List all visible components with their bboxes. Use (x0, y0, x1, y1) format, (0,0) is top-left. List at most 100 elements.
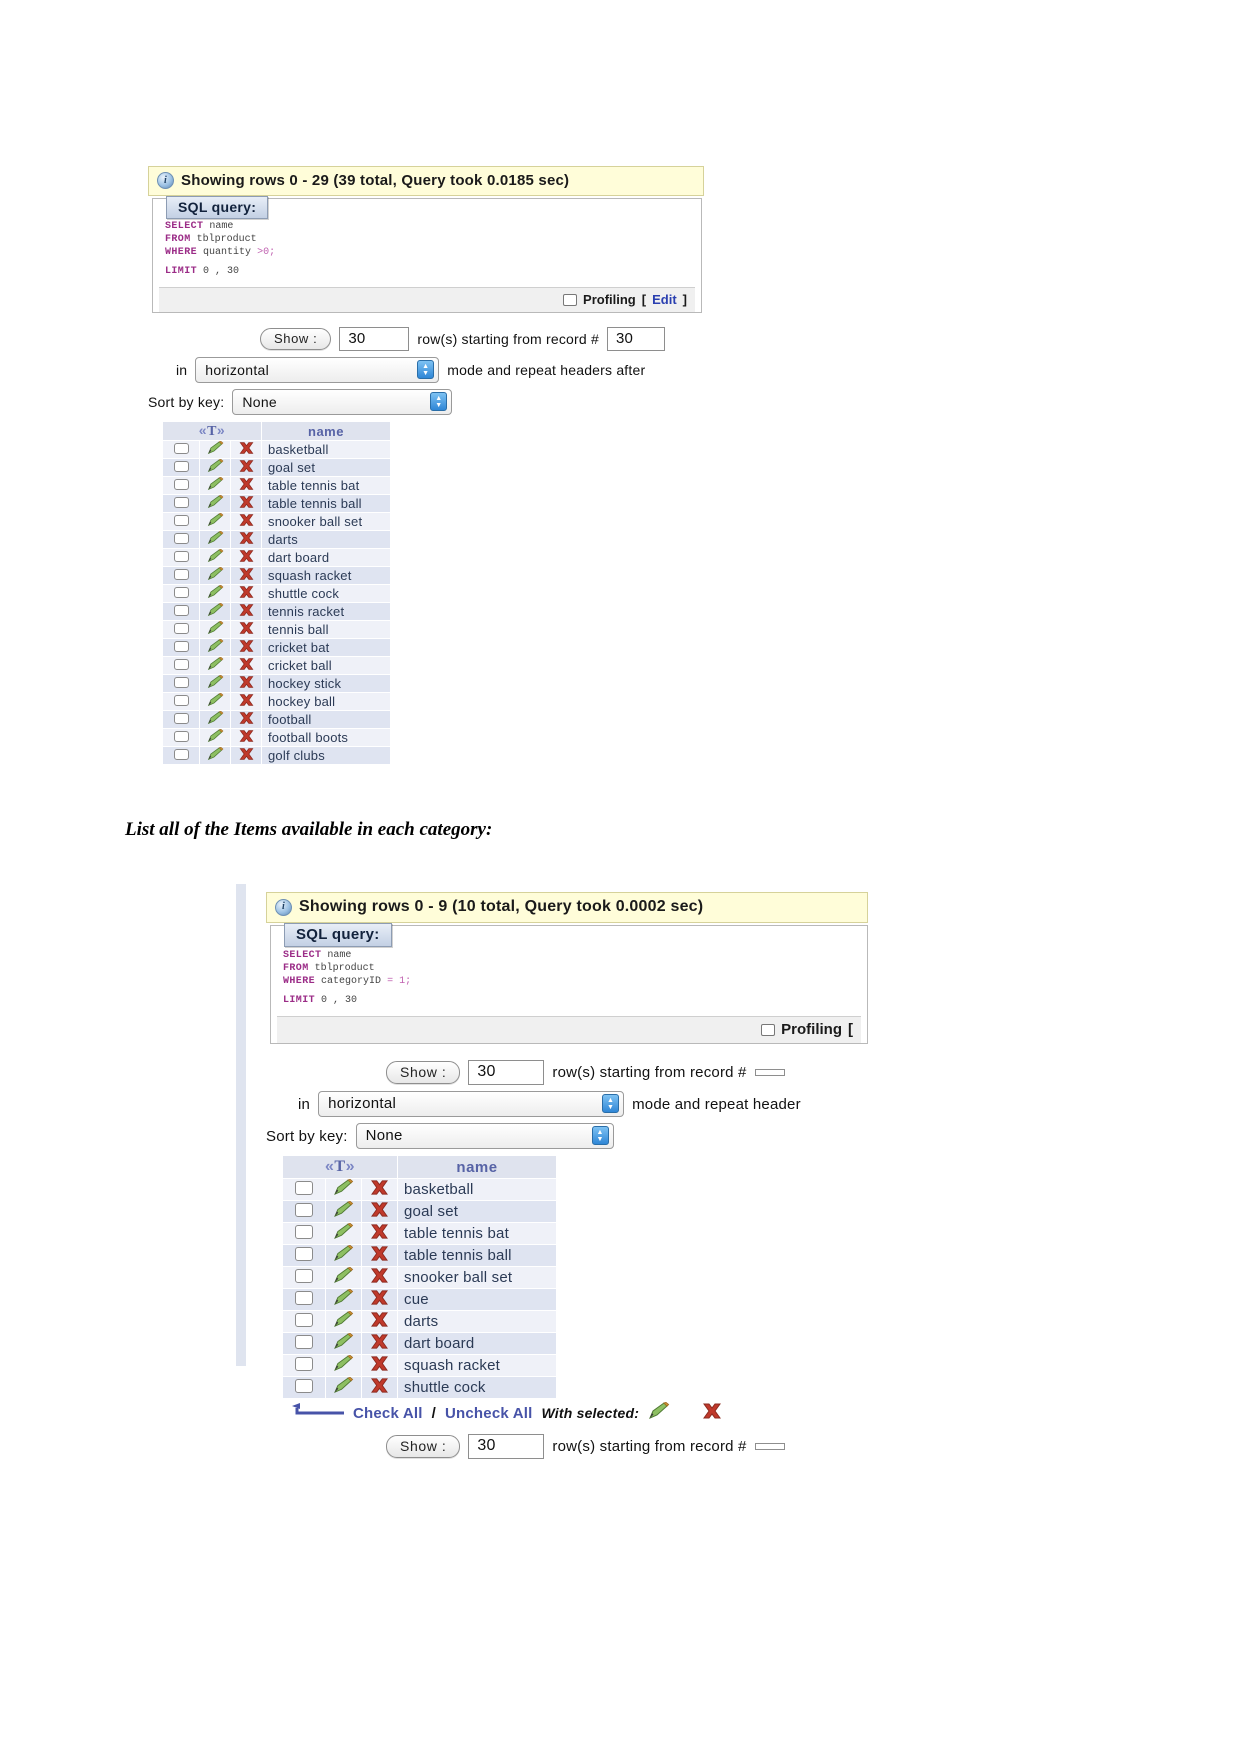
row-delete-cell[interactable] (361, 1266, 398, 1290)
edit-pencil-icon[interactable] (207, 495, 224, 512)
row-checkbox[interactable] (173, 659, 189, 671)
row-checkbox-cell[interactable] (162, 458, 200, 478)
row-delete-cell[interactable] (361, 1354, 398, 1378)
row-edit-cell[interactable] (199, 494, 231, 514)
row-checkbox-cell[interactable] (282, 1332, 326, 1356)
table-header-tools[interactable]: «T» (282, 1155, 398, 1180)
row-checkbox-cell[interactable] (162, 728, 200, 748)
row-delete-cell[interactable] (230, 746, 262, 766)
row-checkbox-cell[interactable] (282, 1310, 326, 1334)
delete-x-icon[interactable] (238, 711, 255, 728)
table-row[interactable]: golf clubs (162, 746, 391, 766)
delete-x-icon[interactable] (238, 477, 255, 494)
row-delete-cell[interactable] (230, 674, 262, 694)
row-checkbox[interactable] (173, 695, 189, 707)
table-row[interactable]: table tennis ball (162, 494, 391, 514)
table-row[interactable]: snooker ball set (282, 1266, 557, 1290)
row-checkbox[interactable] (173, 569, 189, 581)
row-checkbox[interactable] (295, 1378, 313, 1393)
row-delete-cell[interactable] (361, 1288, 398, 1312)
table-row[interactable]: basketball (162, 440, 391, 460)
edit-pencil-icon[interactable] (207, 603, 224, 620)
row-edit-cell[interactable] (199, 692, 231, 712)
row-edit-cell[interactable] (325, 1266, 362, 1290)
edit-pencil-icon[interactable] (333, 1179, 354, 1200)
table-row[interactable]: football boots (162, 728, 391, 748)
delete-x-icon[interactable] (238, 657, 255, 674)
table-row[interactable]: goal set (162, 458, 391, 478)
table-row[interactable]: darts (162, 530, 391, 550)
row-checkbox-cell[interactable] (162, 494, 200, 514)
row-checkbox[interactable] (295, 1246, 313, 1261)
row-checkbox-cell[interactable] (162, 584, 200, 604)
row-checkbox[interactable] (173, 461, 189, 473)
row-edit-cell[interactable] (325, 1310, 362, 1334)
delete-x-icon[interactable] (369, 1179, 390, 1200)
row-delete-cell[interactable] (230, 602, 262, 622)
delete-x-icon[interactable] (238, 549, 255, 566)
edit-pencil-icon[interactable] (207, 657, 224, 674)
row-edit-cell[interactable] (199, 566, 231, 586)
row-checkbox[interactable] (295, 1312, 313, 1327)
table-row[interactable]: basketball (282, 1178, 557, 1202)
check-all-link[interactable]: Check All (353, 1405, 423, 1422)
table-header-tools[interactable]: «T» (162, 421, 262, 442)
table-row[interactable]: dart board (282, 1332, 557, 1356)
row-delete-cell[interactable] (230, 458, 262, 478)
table-row[interactable]: squash racket (162, 566, 391, 586)
row-checkbox[interactable] (173, 479, 189, 491)
edit-pencil-icon[interactable] (648, 1402, 670, 1424)
delete-x-icon[interactable] (238, 531, 255, 548)
row-edit-cell[interactable] (199, 746, 231, 766)
row-delete-cell[interactable] (361, 1244, 398, 1268)
row-checkbox[interactable] (173, 731, 189, 743)
delete-x-icon[interactable] (238, 729, 255, 746)
table-row[interactable]: tennis ball (162, 620, 391, 640)
edit-pencil-icon[interactable] (207, 693, 224, 710)
edit-pencil-icon[interactable] (207, 585, 224, 602)
row-checkbox-cell[interactable] (162, 746, 200, 766)
row-checkbox[interactable] (173, 605, 189, 617)
edit-pencil-icon[interactable] (333, 1245, 354, 1266)
row-edit-cell[interactable] (199, 512, 231, 532)
row-delete-cell[interactable] (230, 476, 262, 496)
start-record-input[interactable] (754, 1069, 785, 1077)
delete-x-icon[interactable] (238, 459, 255, 476)
row-checkbox-cell[interactable] (282, 1222, 326, 1246)
row-checkbox-cell[interactable] (162, 710, 200, 730)
table-row[interactable]: cricket ball (162, 656, 391, 676)
row-checkbox-cell[interactable] (162, 548, 200, 568)
sort-by-key-select[interactable]: None ▲ ▼ (355, 1123, 614, 1150)
row-checkbox[interactable] (295, 1224, 313, 1239)
delete-x-icon[interactable] (238, 639, 255, 656)
show-button-bottom[interactable]: Show : (386, 1435, 461, 1459)
row-edit-cell[interactable] (325, 1200, 362, 1224)
row-edit-cell[interactable] (325, 1332, 362, 1356)
row-checkbox[interactable] (295, 1290, 313, 1305)
table-row[interactable]: table tennis bat (162, 476, 391, 496)
row-checkbox-cell[interactable] (162, 440, 200, 460)
row-delete-cell[interactable] (230, 530, 262, 550)
delete-x-icon[interactable] (238, 513, 255, 530)
delete-x-icon[interactable] (238, 567, 255, 584)
row-edit-cell[interactable] (325, 1222, 362, 1246)
row-checkbox-cell[interactable] (162, 638, 200, 658)
edit-pencil-icon[interactable] (207, 639, 224, 656)
edit-pencil-icon[interactable] (333, 1267, 354, 1288)
edit-pencil-icon[interactable] (333, 1333, 354, 1354)
row-edit-cell[interactable] (199, 620, 231, 640)
row-edit-cell[interactable] (199, 638, 231, 658)
row-checkbox-cell[interactable] (282, 1200, 326, 1224)
delete-x-icon[interactable] (238, 693, 255, 710)
row-checkbox[interactable] (173, 533, 189, 545)
table-row[interactable]: dart board (162, 548, 391, 568)
row-checkbox[interactable] (295, 1334, 313, 1349)
row-checkbox-cell[interactable] (162, 476, 200, 496)
row-checkbox[interactable] (173, 623, 189, 635)
row-checkbox-cell[interactable] (162, 512, 200, 532)
profiling-checkbox[interactable] (761, 1023, 776, 1036)
row-delete-cell[interactable] (230, 512, 262, 532)
row-checkbox[interactable] (173, 515, 189, 527)
delete-x-icon[interactable] (369, 1355, 390, 1376)
row-delete-cell[interactable] (230, 440, 262, 460)
